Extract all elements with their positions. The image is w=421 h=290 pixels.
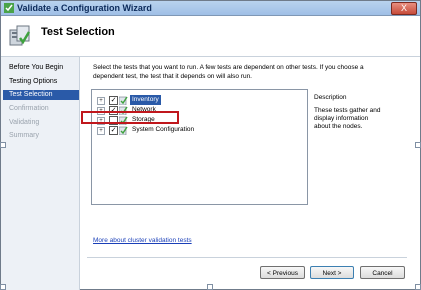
sidebar-item-before-you-begin[interactable]: Before You Begin [3,63,79,73]
sidebar-item-testing-options[interactable]: Testing Options [3,77,79,87]
window-title: Validate a Configuration Wizard [17,3,152,13]
checkbox-checked-icon[interactable]: ✓ [109,126,118,135]
tree-label[interactable]: System Configuration [130,125,196,135]
sidebar-item-summary: Summary [9,132,39,139]
expand-icon[interactable]: + [97,127,105,135]
checkbox-checked-icon[interactable]: ✓ [109,96,118,105]
wizard-header: Test Selection [1,16,420,57]
test-category-icon [119,96,128,105]
previous-button[interactable]: < Previous [260,266,305,279]
validation-wizard-icon [9,25,31,46]
resize-handle-bottom-right[interactable] [415,284,421,290]
test-tree[interactable]: + ✓ Inventory + ✓ Network + Storage + ✓ … [91,89,308,205]
wizard-steps-sidebar: Before You Begin Testing Options Test Se… [1,57,80,290]
wizard-app-icon [4,3,14,13]
resize-handle-bottom[interactable] [207,284,213,290]
tree-node-inventory[interactable]: + ✓ Inventory [92,95,302,105]
expand-icon[interactable]: + [97,97,105,105]
description-heading: Description [314,94,347,101]
more-info-link[interactable]: More about cluster validation tests [93,237,192,244]
resize-handle-left[interactable] [0,142,6,148]
tree-label[interactable]: Inventory [130,95,161,105]
tree-node-system-configuration[interactable]: + ✓ System Configuration [92,125,302,135]
instructions-text: Select the tests that you want to run. A… [93,64,364,80]
sidebar-item-validating: Validating [9,119,40,126]
close-button[interactable]: X [391,2,417,15]
next-button[interactable]: Next > [310,266,354,279]
wizard-window: Validate a Configuration Wizard X Test S… [0,0,421,290]
footer-divider [87,257,407,258]
test-category-icon [119,126,128,135]
resize-handle-bottom-left[interactable] [0,284,6,290]
storage-highlight-box [81,111,179,124]
page-title: Test Selection [41,26,115,38]
resize-handle-right[interactable] [415,142,421,148]
description-text: These tests gather and display informati… [314,107,381,130]
cancel-button[interactable]: Cancel [360,266,405,279]
sidebar-item-confirmation: Confirmation [9,105,49,112]
title-bar: Validate a Configuration Wizard X [1,1,420,16]
sidebar-item-test-selection[interactable]: Test Selection [3,90,79,100]
